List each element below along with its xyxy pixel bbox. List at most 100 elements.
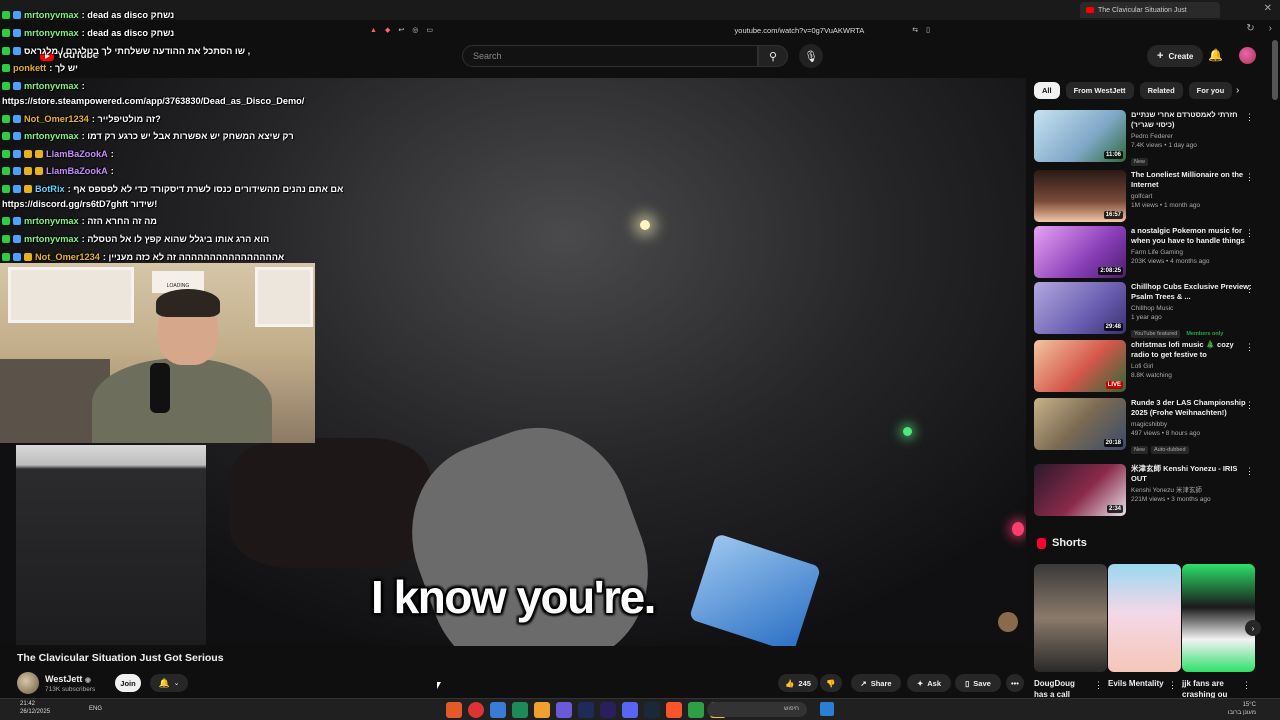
chat-username[interactable]: LlamBaZookA	[46, 166, 108, 176]
taskbar-discord-icon[interactable]	[622, 702, 638, 718]
chat-username[interactable]: Not_Omer1234	[24, 114, 89, 124]
more-vert-icon[interactable]: ⋮	[1168, 680, 1177, 691]
recommended-channel-name[interactable]: Lofi Girl	[1131, 362, 1253, 371]
recommended-video[interactable]: 11:06 חזרתי לאמסטרדם אחרי שנתיים (כיסוי ש…	[1034, 110, 1272, 166]
subscribe-bell-button[interactable]: 🔔 ⌄	[150, 674, 188, 692]
sidebar-scrollbar[interactable]	[1272, 40, 1278, 100]
more-vert-icon[interactable]: ⋮	[1245, 284, 1254, 295]
short-thumbnail[interactable]	[1182, 564, 1255, 672]
more-vert-icon[interactable]: ⋮	[1242, 680, 1251, 691]
reload-icon[interactable]: ↻	[1246, 23, 1254, 34]
create-button[interactable]: + Create	[1147, 45, 1204, 67]
filter-chip[interactable]: For you	[1188, 82, 1233, 99]
recommended-video[interactable]: 2:08:25 a nostalgic Pokemon music for whe…	[1034, 226, 1272, 280]
recommended-video-title[interactable]: Runde 3 der LAS Championship 2025 (Frohe…	[1131, 398, 1253, 418]
tab-icon[interactable]: ▭	[426, 26, 433, 34]
recommended-video-title[interactable]: 米津玄師 Kenshi Yonezu - IRIS OUT	[1131, 464, 1253, 484]
short-title[interactable]: DougDoug has a call	[1034, 678, 1090, 700]
chat-username[interactable]: mrtonyvmax	[24, 131, 79, 141]
video-thumbnail[interactable]: 11:06	[1034, 110, 1126, 162]
taskbar-brave-icon[interactable]	[666, 702, 682, 718]
recommended-video[interactable]: 2:34 米津玄師 Kenshi Yonezu - IRIS OUT Kenshi …	[1034, 464, 1272, 518]
recommended-video[interactable]: 29:48 Chillhop Cubs Exclusive Preview: Ps…	[1034, 282, 1272, 338]
recommended-video-title[interactable]: Chillhop Cubs Exclusive Preview: Psalm T…	[1131, 282, 1253, 302]
chat-username[interactable]: mrtonyvmax	[24, 10, 79, 20]
like-button[interactable]: 👍 245	[778, 674, 818, 692]
chat-username[interactable]: BotRix	[35, 184, 65, 194]
more-vert-icon[interactable]: ⋮	[1245, 172, 1254, 183]
ask-button[interactable]: ✦ Ask	[907, 674, 951, 692]
short-thumbnail[interactable]	[1108, 564, 1181, 672]
recommended-video[interactable]: 20:18 Runde 3 der LAS Championship 2025 (…	[1034, 398, 1272, 454]
url-text[interactable]: youtube.com/watch?v=0g7VuAKWRTA	[735, 26, 865, 35]
chat-username[interactable]: mrtonyvmax	[24, 216, 79, 226]
address-bar[interactable]: ▲ ◆ ↩ ◎ ▭ youtube.com/watch?v=0g7VuAKWRT…	[370, 21, 930, 39]
taskbar-search[interactable]: חיפוש	[707, 702, 807, 717]
recommended-video-title[interactable]: חזרתי לאמסטרדם אחרי שנתיים (כיסוי שגריר)	[1131, 110, 1253, 130]
chat-username[interactable]: ponkett	[13, 63, 46, 73]
more-actions-button[interactable]: •••	[1006, 674, 1024, 692]
short-title[interactable]: jjk fans are crashing ou	[1182, 678, 1238, 700]
close-window-icon[interactable]: ✕	[1264, 3, 1272, 14]
taskbar-steam-icon[interactable]	[644, 702, 660, 718]
recommended-channel-name[interactable]: Kenshi Yonezu 米津玄師	[1131, 486, 1253, 495]
brave-shield-icon[interactable]: ▲	[370, 27, 377, 34]
recommended-video-title[interactable]: The Loneliest Millionaire on the Interne…	[1131, 170, 1253, 190]
chat-username[interactable]: mrtonyvmax	[24, 234, 79, 244]
share-page-icon[interactable]: ◎	[412, 26, 418, 34]
taskbar-app-icon[interactable]	[556, 702, 572, 718]
more-vert-icon[interactable]: ⋮	[1094, 680, 1103, 691]
short-thumbnail[interactable]	[1034, 564, 1107, 672]
recommended-video-title[interactable]: christmas lofi music 🎄 cozy radio to get…	[1131, 340, 1253, 360]
chat-username[interactable]: mrtonyvmax	[24, 28, 79, 38]
video-thumbnail[interactable]: 16:57	[1034, 170, 1126, 222]
recommended-channel-name[interactable]: magicshibby	[1131, 420, 1253, 429]
notifications-bell-icon[interactable]: 🔔	[1208, 48, 1223, 62]
save-button[interactable]: ▯ Save	[955, 674, 1001, 692]
taskbar-after-effects-icon[interactable]	[578, 702, 594, 718]
filter-chip[interactable]: From WestJett	[1065, 82, 1134, 99]
browser-tab-active[interactable]: The Clavicular Situation Just	[1080, 2, 1220, 18]
shorts-next-button[interactable]: ›	[1245, 620, 1261, 636]
recommended-channel-name[interactable]: golfcart	[1131, 192, 1253, 201]
video-thumbnail[interactable]: 2:08:25	[1034, 226, 1126, 278]
more-vert-icon[interactable]: ⋮	[1245, 342, 1254, 353]
channel-name[interactable]: WestJett ◉	[45, 674, 91, 684]
more-vert-icon[interactable]: ⋮	[1245, 112, 1254, 123]
taskbar-weather[interactable]: 15°C מעונן ברובו	[1228, 701, 1256, 717]
more-vert-icon[interactable]: ⋮	[1245, 228, 1254, 239]
taskbar-premiere-icon[interactable]	[600, 702, 616, 718]
taskbar-app-icon[interactable]	[512, 702, 528, 718]
chat-username[interactable]: Not_Omer1234	[35, 252, 100, 262]
more-vert-icon[interactable]: ⋮	[1245, 400, 1254, 411]
filter-chip[interactable]: Related	[1139, 82, 1183, 99]
recommended-channel-name[interactable]: Chillhop Music	[1131, 304, 1253, 313]
chips-next-icon[interactable]: ›	[1236, 85, 1239, 96]
recommended-video-title[interactable]: a nostalgic Pokemon music for when you h…	[1131, 226, 1253, 246]
taskbar-app-icon[interactable]	[688, 702, 704, 718]
recommended-channel-name[interactable]: Pedro Federer	[1131, 132, 1253, 141]
language-indicator[interactable]: ENG	[89, 706, 102, 712]
rewards-icon[interactable]: ◆	[385, 26, 390, 34]
short-title[interactable]: Evils Mentality	[1108, 678, 1164, 689]
join-button[interactable]: Join	[115, 674, 141, 692]
back-icon[interactable]: ↩	[398, 26, 404, 34]
voice-search-button[interactable]: 🎙	[799, 44, 823, 68]
translate-icon[interactable]: ⇆	[912, 26, 918, 34]
video-thumbnail[interactable]: LIVE	[1034, 340, 1126, 392]
search-button[interactable]: ⚲	[758, 45, 788, 67]
recommended-channel-name[interactable]: Farm Life Gaming	[1131, 248, 1253, 257]
chat-username[interactable]: LlamBaZookA	[46, 149, 108, 159]
windows-start-icon[interactable]	[820, 702, 834, 716]
recommended-video[interactable]: LIVE christmas lofi music 🎄 cozy radio to…	[1034, 340, 1272, 394]
filter-chip[interactable]: All	[1034, 82, 1060, 99]
taskbar-app-icon[interactable]	[534, 702, 550, 718]
more-vert-icon[interactable]: ⋮	[1245, 466, 1254, 477]
video-thumbnail[interactable]: 20:18	[1034, 398, 1126, 450]
account-avatar[interactable]	[1239, 47, 1256, 64]
dislike-button[interactable]: 👎	[820, 674, 842, 692]
taskbar-app-icon[interactable]	[446, 702, 462, 718]
video-thumbnail[interactable]: 29:48	[1034, 282, 1126, 334]
forward-icon[interactable]: ›	[1269, 23, 1272, 34]
recommended-video[interactable]: 16:57 The Loneliest Millionaire on the In…	[1034, 170, 1272, 224]
